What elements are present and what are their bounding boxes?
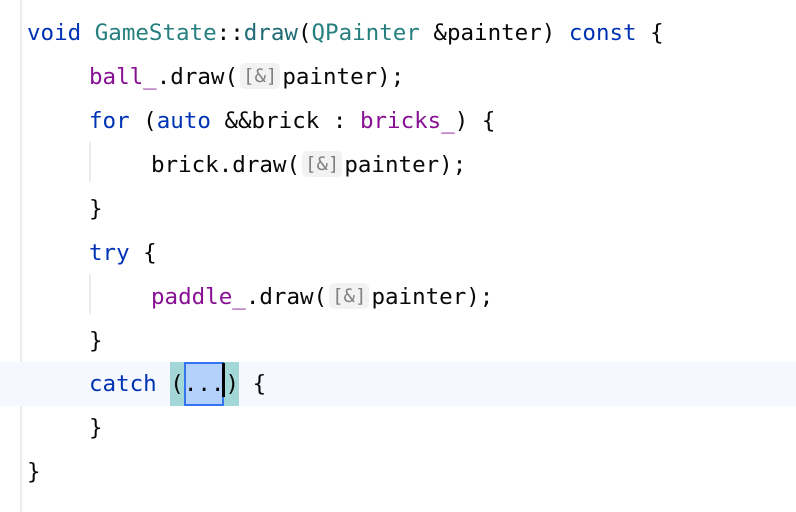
argument-token: painter);: [344, 152, 467, 178]
code-editor[interactable]: void GameState::draw(QPainter &painter) …: [0, 0, 796, 512]
method-call-token: .draw(: [156, 64, 239, 90]
code-line-content: paddle_.draw([&] painter);: [151, 275, 493, 319]
code-line-2[interactable]: ball_.draw([&] painter);: [0, 55, 796, 99]
brace-token: }: [89, 328, 103, 354]
param-name-token: &painter): [419, 20, 569, 46]
code-line-content: ball_.draw([&] painter);: [89, 55, 404, 99]
code-line-9-current[interactable]: catch (...) {: [0, 362, 796, 406]
brace-token: ) {: [454, 108, 496, 134]
code-line-1[interactable]: void GameState::draw(QPainter &painter) …: [0, 11, 796, 55]
code-line-7[interactable]: paddle_.draw([&] painter);: [0, 275, 796, 319]
brace-token: }: [89, 415, 103, 441]
argument-token: painter);: [371, 284, 494, 310]
code-line-content: for (auto &&brick : bricks_) {: [89, 99, 495, 143]
argument-token: painter);: [282, 64, 405, 90]
function-name-token: draw: [243, 20, 298, 46]
code-line-content: brick.draw([&] painter);: [151, 143, 466, 187]
code-line-content: }: [27, 450, 41, 494]
code-line-8[interactable]: }: [0, 319, 796, 363]
class-name-token: GameState: [94, 20, 217, 46]
keyword-token: catch: [89, 371, 157, 397]
code-line-3[interactable]: for (auto &&brick : bricks_) {: [0, 99, 796, 143]
field-token: paddle_: [151, 284, 246, 310]
code-line-11[interactable]: }: [0, 450, 796, 494]
keyword-token: for: [89, 108, 130, 134]
text-selection[interactable]: ...: [183, 362, 225, 406]
variable-token: &&brick :: [210, 108, 360, 134]
paren-token: (: [297, 20, 312, 46]
code-line-content: void GameState::draw(QPainter &painter) …: [27, 11, 664, 55]
code-line-content: catch (...) {: [89, 362, 266, 406]
field-token: ball_: [89, 64, 157, 90]
method-call-token: brick.draw(: [151, 152, 301, 178]
keyword-token: auto: [156, 108, 211, 134]
keyword-token: const: [568, 20, 637, 46]
brace-token: {: [252, 371, 267, 397]
code-line-4[interactable]: brick.draw([&] painter);: [0, 143, 796, 187]
code-line-content: }: [89, 406, 103, 450]
parameter-hint: [&]: [240, 63, 281, 89]
brace-token: {: [636, 20, 664, 46]
scope-operator-token: ::: [216, 20, 244, 46]
matched-paren-highlight: (...): [170, 362, 240, 406]
brace-token: {: [129, 240, 157, 266]
code-line-content: }: [89, 187, 103, 231]
keyword-token: void: [27, 20, 82, 46]
param-type-token: QPainter: [311, 20, 420, 46]
parameter-hint: [&]: [302, 151, 343, 177]
keyword-token: try: [89, 240, 130, 266]
parameter-hint: [&]: [329, 283, 370, 309]
open-paren-token: (: [170, 371, 184, 397]
code-line-10[interactable]: }: [0, 406, 796, 450]
code-line-5[interactable]: }: [0, 187, 796, 231]
close-paren-token: ): [225, 371, 240, 397]
method-call-token: .draw(: [245, 284, 328, 310]
code-line-content: try {: [89, 231, 157, 275]
paren-token: (: [129, 108, 157, 134]
code-line-6[interactable]: try {: [0, 231, 796, 275]
field-token: bricks_: [359, 108, 455, 134]
code-line-content: }: [89, 319, 103, 363]
brace-token: }: [27, 459, 41, 485]
brace-token: }: [89, 196, 103, 222]
